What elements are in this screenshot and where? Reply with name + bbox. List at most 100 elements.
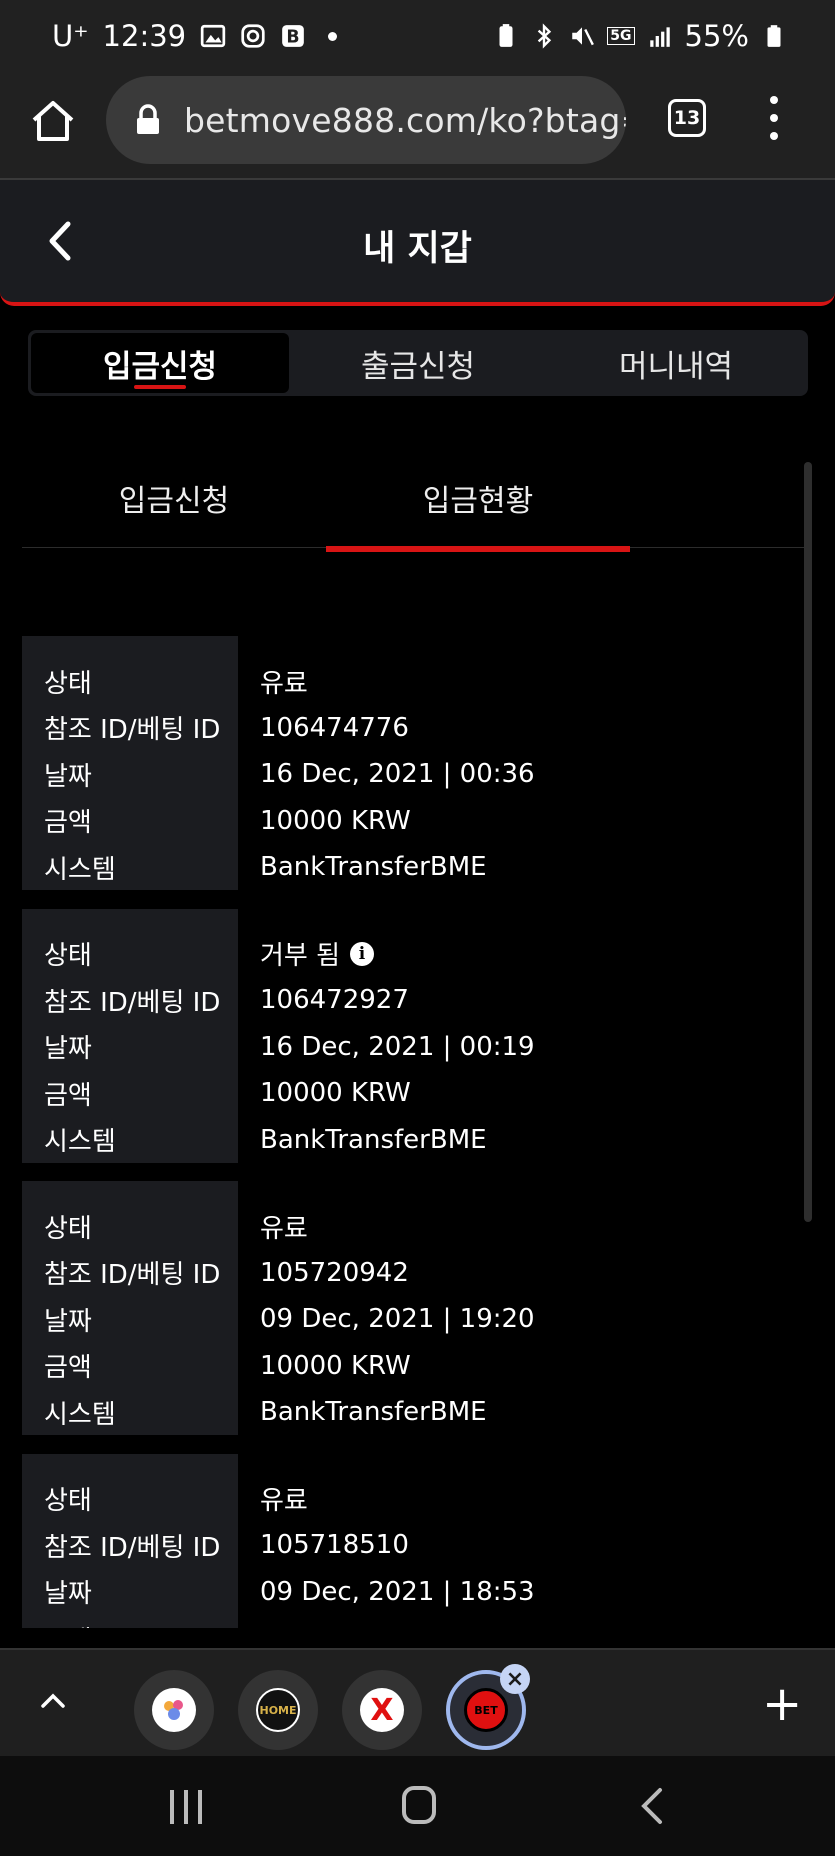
tab-thumbnail[interactable] <box>134 1670 214 1750</box>
label-system: 시스템 <box>44 1127 116 1158</box>
tab-money-history[interactable]: 머니내역 <box>547 333 805 393</box>
value-amount: 10000 KRW <box>260 1078 411 1109</box>
tab-deposit-request[interactable]: 입금신청 <box>31 333 289 393</box>
instagram-icon <box>241 24 265 48</box>
value-date: 09 Dec, 2021 | 19:20 <box>260 1304 535 1335</box>
value-ref-id: 106472927 <box>260 985 409 1016</box>
tab-favicon-home: HOME <box>256 1688 300 1732</box>
value-date: 16 Dec, 2021 | 00:19 <box>260 1031 535 1062</box>
value-status-row: 거부 됨 i <box>260 931 535 978</box>
home-icon[interactable] <box>28 96 78 146</box>
record-labels: 상태 참조 ID/베팅 ID 날짜 금액 시스템 <box>22 636 238 890</box>
tab-favicon-icon <box>152 1688 196 1732</box>
record-labels: 상태 참조 ID/베팅 ID 날짜 금액 시스템 <box>22 908 238 1163</box>
palette-icon <box>164 1700 183 1720</box>
page-header: 내 지갑 <box>0 180 835 306</box>
b-app-icon: B <box>282 25 304 48</box>
label-amount: 금액 <box>44 808 92 839</box>
gallery-icon <box>200 24 226 48</box>
label-system: 시스템 <box>44 1399 116 1430</box>
tab-thumbnail[interactable]: X <box>342 1670 422 1750</box>
tab-thumbnail-active[interactable]: BET × <box>446 1664 530 1750</box>
label-amount: 금액 <box>44 1353 92 1384</box>
home-button-icon[interactable] <box>402 1786 436 1824</box>
more-menu-icon[interactable] <box>764 96 784 140</box>
label-date: 날짜 <box>44 761 92 792</box>
tab-switcher-button[interactable]: 13 <box>668 99 706 137</box>
clock: 12:39 <box>102 19 187 53</box>
value-amount: 10000 KRW <box>260 805 411 836</box>
label-status: 상태 <box>44 941 92 972</box>
tab-withdraw-request[interactable]: 출금신청 <box>289 333 547 393</box>
label-status: 상태 <box>44 668 92 699</box>
notification-dot-icon <box>328 31 338 41</box>
lock-icon <box>137 104 159 134</box>
value-system: BankTransferBME <box>260 1397 487 1428</box>
value-status: 유료 <box>260 668 308 699</box>
address-bar[interactable]: betmove888.com/ko?btag= <box>106 76 626 164</box>
page-title: 내 지갑 <box>363 229 472 269</box>
tab-thumbnail[interactable]: HOME <box>238 1670 318 1750</box>
wallet-tabs: 입금신청 출금신청 머니내역 <box>28 330 808 396</box>
deposit-record: 상태 참조 ID/베팅 ID 날짜 금액 시스템 유료 105720942 09… <box>22 1181 802 1436</box>
system-nav-bar <box>0 1756 835 1856</box>
deposit-records-list: 상태 참조 ID/베팅 ID 날짜 금액 시스템 유료 106474776 16… <box>22 636 802 1628</box>
bluetooth-icon <box>538 23 552 49</box>
battery-saver-icon <box>499 24 513 47</box>
new-tab-button[interactable]: + <box>762 1680 802 1728</box>
browser-tab-strip: HOME X BET × + <box>0 1648 835 1756</box>
chevron-up-icon[interactable] <box>38 1686 68 1716</box>
record-values: 유료 105718510 09 Dec, 2021 | 18:53 <box>238 1454 535 1629</box>
value-system: BankTransferBME <box>260 1124 487 1155</box>
browser-toolbar: betmove888.com/ko?btag= 13 <box>0 72 835 180</box>
value-system: BankTransferBME <box>260 852 487 883</box>
battery-percent: 55% <box>684 19 749 53</box>
value-ref-id: 105718510 <box>260 1530 409 1561</box>
subtab-deposit-status[interactable]: 입금현황 <box>326 448 630 552</box>
label-system: 시스템 <box>44 854 116 885</box>
deposit-record: 상태 참조 ID/베팅 ID 날짜 금액 시스템 거부 됨 i 10647292… <box>22 908 802 1164</box>
signal-icon <box>649 27 670 47</box>
value-ref-id: 106474776 <box>260 712 409 743</box>
label-amount: 금액 <box>44 1615 238 1628</box>
mute-icon <box>572 27 595 46</box>
label-status: 상태 <box>44 1213 92 1244</box>
record-values: 거부 됨 i 106472927 16 Dec, 2021 | 00:19 10… <box>238 909 535 1164</box>
status-bar: U⁺ 12:39 B 5G 55% <box>0 0 835 72</box>
scrollbar[interactable] <box>804 462 812 1222</box>
deposit-record: 상태 참조 ID/베팅 ID 날짜 금액 시스템 유료 106474776 16… <box>22 636 802 891</box>
carrier-label: U⁺ <box>52 19 89 53</box>
record-labels: 상태 참조 ID/베팅 ID 날짜 금액 시스템 <box>22 1453 238 1628</box>
recents-icon[interactable] <box>170 1790 202 1824</box>
label-ref-id: 참조 ID/베팅 ID <box>44 715 221 746</box>
battery-icon <box>767 25 781 47</box>
subtab-deposit-request[interactable]: 입금신청 <box>22 448 326 548</box>
url-text: betmove888.com/ko?btag= <box>184 100 626 140</box>
value-status: 거부 됨 <box>260 941 341 972</box>
label-ref-id: 참조 ID/베팅 ID <box>44 1532 221 1563</box>
info-icon[interactable]: i <box>350 941 375 966</box>
value-status: 유료 <box>260 1213 308 1244</box>
deposit-subtabs: 입금신청 입금현황 <box>22 448 812 552</box>
label-date: 날짜 <box>44 1579 92 1610</box>
value-amount: 10000 KRW <box>260 1350 411 1381</box>
label-amount: 금액 <box>44 1080 92 1111</box>
value-ref-id: 105720942 <box>260 1257 409 1288</box>
label-ref-id: 참조 ID/베팅 ID <box>44 1260 221 1291</box>
value-date: 16 Dec, 2021 | 00:36 <box>260 759 535 790</box>
label-date: 날짜 <box>44 1034 92 1065</box>
svg-text:B: B <box>287 28 300 48</box>
value-status: 유료 <box>260 1486 308 1517</box>
label-date: 날짜 <box>44 1306 92 1337</box>
value-date: 09 Dec, 2021 | 18:53 <box>260 1576 535 1607</box>
back-icon[interactable] <box>638 1786 666 1826</box>
network-5g-label: 5G <box>607 27 635 45</box>
close-tab-icon[interactable]: × <box>500 1664 530 1694</box>
record-labels: 상태 참조 ID/베팅 ID 날짜 금액 시스템 <box>22 1181 238 1435</box>
tab-favicon-x: X <box>360 1688 404 1732</box>
record-values: 유료 106474776 16 Dec, 2021 | 00:36 10000 … <box>238 636 535 891</box>
deposit-record: 상태 참조 ID/베팅 ID 날짜 금액 시스템 유료 105718510 09… <box>22 1453 802 1629</box>
tab-favicon-bet: BET <box>464 1688 508 1732</box>
record-values: 유료 105720942 09 Dec, 2021 | 19:20 10000 … <box>238 1181 535 1436</box>
label-ref-id: 참조 ID/베팅 ID <box>44 987 221 1018</box>
